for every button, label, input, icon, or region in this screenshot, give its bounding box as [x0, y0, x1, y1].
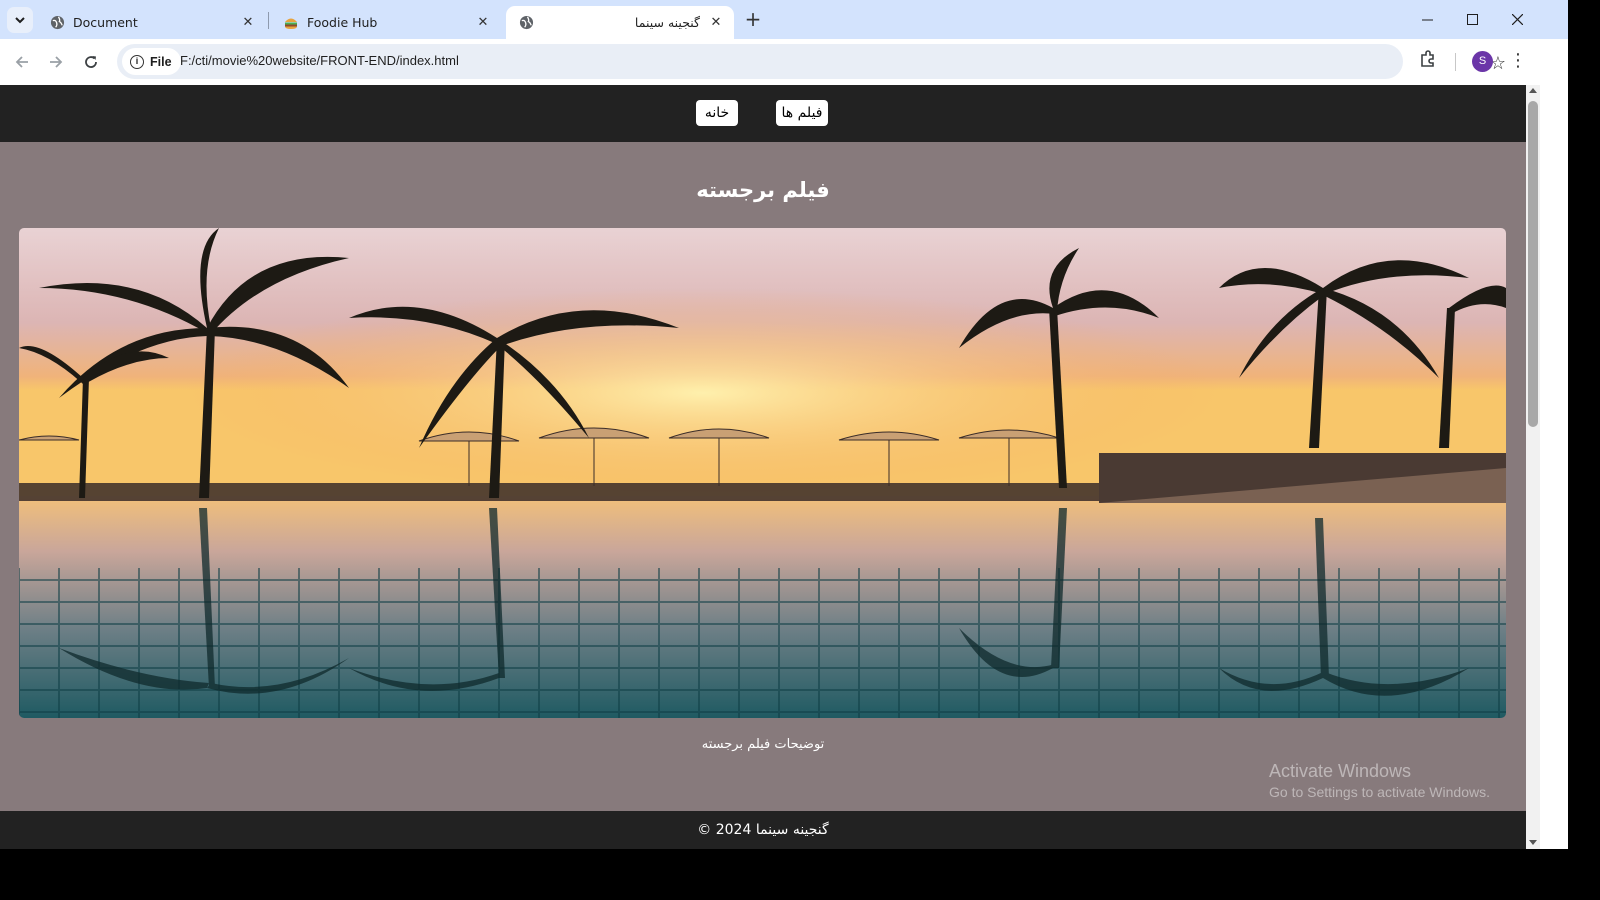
puzzle-icon	[1421, 50, 1434, 67]
nav-movies-button[interactable]: فیلم ها	[776, 100, 828, 126]
site-info-label: File	[150, 54, 172, 69]
profile-avatar[interactable]: S	[1472, 51, 1493, 72]
tab-foodie-hub[interactable]: Foodie Hub ✕	[271, 6, 501, 39]
reload-button[interactable]	[76, 47, 106, 77]
arrow-right-icon	[50, 56, 63, 68]
tab-document[interactable]: Document ✕	[37, 6, 266, 39]
globe-icon	[518, 15, 534, 31]
tab-separator	[268, 12, 269, 29]
tab-title: Foodie Hub	[307, 15, 378, 30]
browser-toolbar: i File F:/cti/movie%20website/FRONT-END/…	[0, 39, 1568, 85]
scroll-down-arrow-icon[interactable]	[1529, 840, 1537, 845]
minimize-button[interactable]	[1405, 0, 1450, 39]
forward-button[interactable]	[41, 47, 71, 77]
chevron-down-icon	[15, 16, 25, 23]
close-icon[interactable]: ✕	[708, 15, 724, 31]
maximize-button[interactable]	[1450, 0, 1495, 39]
toolbar-divider	[1455, 53, 1456, 71]
back-button[interactable]	[7, 47, 37, 77]
browser-window: Document ✕ Foodie Hub ✕ گنجینه سینما ✕ +	[0, 0, 1568, 882]
reload-icon	[85, 56, 97, 68]
close-icon[interactable]: ✕	[475, 15, 491, 31]
window-edge	[1540, 85, 1568, 882]
tab-title: گنجینه سینما	[634, 15, 700, 30]
maximize-icon	[1467, 14, 1478, 25]
url-text[interactable]: F:/cti/movie%20website/FRONT-END/index.h…	[180, 53, 459, 68]
address-bar[interactable]: i File F:/cti/movie%20website/FRONT-END/…	[117, 44, 1506, 79]
extensions-button[interactable]	[1418, 49, 1442, 73]
featured-description: توضیحات فیلم برجسته	[701, 737, 825, 752]
minimize-icon	[1422, 19, 1433, 21]
site-info-chip[interactable]: i File	[122, 48, 181, 75]
featured-image	[19, 228, 1506, 718]
page-viewport: خانه فیلم ها فیلم برجسته توضیحات فیلم بر…	[0, 85, 1526, 849]
info-icon: i	[130, 54, 144, 69]
featured-title: فیلم برجسته	[696, 178, 830, 202]
close-window-button[interactable]	[1495, 0, 1540, 39]
arrow-left-icon	[15, 56, 28, 68]
tab-search-button[interactable]	[7, 7, 33, 33]
site-footer: گنجینه سینما 2024 ©	[0, 811, 1526, 849]
burger-icon	[283, 15, 299, 31]
tab-title: Document	[73, 15, 138, 30]
footer-text: گنجینه سینما 2024 ©	[697, 822, 829, 838]
globe-icon	[49, 15, 65, 31]
kebab-menu-icon[interactable]: ⋮	[1506, 49, 1530, 73]
new-tab-button[interactable]: +	[743, 9, 763, 30]
taskbar-area	[0, 849, 1568, 882]
close-icon[interactable]: ✕	[240, 15, 256, 31]
scrollbar-thumb[interactable]	[1528, 101, 1538, 427]
close-icon	[1512, 14, 1523, 25]
nav-home-button[interactable]: خانه	[696, 100, 738, 126]
tab-strip: Document ✕ Foodie Hub ✕ گنجینه سینما ✕ +	[0, 0, 1568, 39]
activation-title: Activate Windows	[1269, 761, 1412, 781]
windows-activation-watermark: Activate Windows Go to Settings to activ…	[1269, 761, 1490, 800]
activation-subtitle: Go to Settings to activate Windows.	[1269, 784, 1490, 800]
site-navbar: خانه فیلم ها	[0, 85, 1526, 142]
scroll-up-arrow-icon[interactable]	[1529, 88, 1537, 93]
tab-ganjineh-cinema[interactable]: گنجینه سینما ✕	[506, 6, 734, 39]
vertical-scrollbar[interactable]	[1526, 85, 1540, 849]
